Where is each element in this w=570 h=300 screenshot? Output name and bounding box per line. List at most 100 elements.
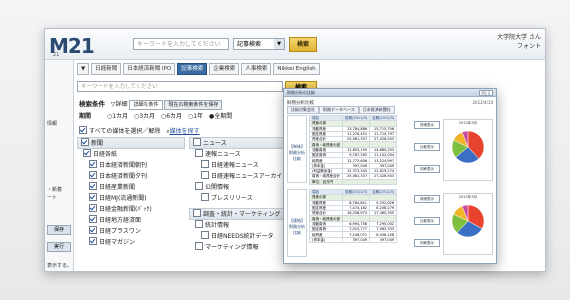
group-checkbox[interactable] — [195, 220, 203, 228]
media-item[interactable]: 日経産業新聞 — [77, 182, 185, 193]
conditions-select[interactable]: 詳細な条件 — [129, 99, 163, 110]
table-row: 負債・純資産合計 25,061,337 27,426,503 — [309, 173, 398, 180]
toolbar-item[interactable]: 企業検索 — [209, 62, 240, 75]
detail-view-button[interactable]: 詳細表示 — [414, 121, 440, 129]
search-type-select[interactable]: 記事検索 ▼ — [233, 38, 285, 50]
keyword-input[interactable]: キーワードを入力してください — [133, 38, 229, 50]
period-radio[interactable]: ○1カ月 — [107, 113, 128, 120]
left-panel: 情報 ・新着 ート 保存 実行 表示する。 — [45, 60, 74, 271]
analysis-section: 【連結】財務分析比較 項目 前期(2011/3) 当期(2012/3) 資産の部 流動資… — [287, 188, 493, 257]
media-checkbox[interactable] — [201, 160, 209, 168]
newspapers-header[interactable]: 新聞 — [77, 137, 185, 149]
media-item[interactable]: 日経金融新聞(ﾊﾞｯｸ) — [77, 204, 185, 215]
media-checkbox[interactable] — [89, 193, 97, 201]
group-checkbox[interactable] — [195, 149, 203, 157]
table-row: 純資産 12,773,606 13,224,997 — [309, 157, 398, 164]
save-conditions-button[interactable]: 現在の検索条件を保存 — [164, 99, 223, 110]
toolbar-item[interactable]: 日本経済新聞 IPO — [123, 62, 176, 75]
media-checkbox[interactable] — [89, 226, 97, 234]
period-row: 期間 ○1カ月 ○3カ月 ○6カ月 ○1年 ●全期間 — [79, 111, 232, 120]
popup-close-button[interactable]: 閉じる — [479, 90, 493, 96]
table-header-cell: 前期(2011/3) — [341, 188, 371, 196]
header-bar: M21 21 キーワードを入力してください 記事検索 ▼ 検索 大学院大学 さんフ… — [45, 29, 545, 60]
analysis-section: 【単体】財務分析比較 項目 前期(2011/3) 当期(2012/3) 資産の部 流動資… — [287, 114, 493, 185]
left-save-button[interactable]: 保存 — [47, 225, 71, 235]
media-item[interactable]: 日経マガジン — [77, 237, 185, 248]
financial-analysis-popup: 財務分析の比較 閉じる 財務分析比較 2012/4/10 比較対象会社 財務データ… — [283, 88, 497, 264]
print-view-button[interactable]: 印刷表示 — [414, 239, 440, 247]
table-cell: 負債・純資産の部 — [309, 141, 343, 148]
media-checkbox[interactable] — [89, 215, 97, 223]
media-item[interactable]: 日本経済新聞夕刊 — [77, 171, 185, 182]
media-checkbox[interactable] — [89, 182, 97, 190]
newspapers-checkbox[interactable] — [81, 138, 89, 146]
toolbar-item[interactable]: 人事検索 — [241, 62, 272, 75]
table-row: 資産合計 25,061,337 27,426,503 — [309, 136, 398, 143]
toolbar-item-active[interactable]: 記事検索 — [177, 62, 208, 75]
table-row: (資本金) 397,049 397,049 — [309, 236, 398, 243]
media-item[interactable]: 日経プラスワン — [77, 226, 185, 237]
period-radio-selected[interactable]: ●全期間 — [209, 113, 232, 120]
period-radio[interactable]: ○6カ月 — [161, 113, 182, 120]
period-radio[interactable]: ○3カ月 — [134, 113, 155, 120]
research-checkbox[interactable] — [193, 209, 201, 217]
select-all-label: すべての媒体を選択／解除 — [89, 128, 161, 135]
media-item[interactable]: 日本経済新聞朝刊 — [77, 160, 185, 171]
popup-tab[interactable]: 財務データベース — [319, 106, 359, 114]
conditions-label: 検索条件 — [79, 100, 105, 108]
table-cell: 12,373,345 — [341, 167, 371, 175]
table-cell: 11,276,451 — [341, 130, 371, 138]
popup-tab[interactable]: 比較対象会社 — [287, 106, 319, 114]
article-search-input[interactable]: キーワードを入力してください — [77, 81, 283, 92]
search-type-value: 記事検索 — [237, 41, 262, 48]
table-cell: 14,680,293 — [369, 146, 398, 154]
table-cell — [341, 178, 371, 185]
detail-toggle[interactable]: ▽詳細 — [111, 101, 128, 108]
table-cell: 13,784,886 — [341, 125, 371, 132]
popup-tab[interactable]: 日本経済新聞社 — [358, 106, 395, 114]
compare-view-button[interactable]: 比較表示 — [414, 217, 440, 225]
find-media-link[interactable]: 媒体を探す — [170, 128, 200, 135]
table-cell: 負債・純資産の部 — [309, 215, 343, 222]
table-cell: 27,426,503 — [369, 136, 398, 143]
media-checkbox[interactable] — [89, 237, 97, 245]
toolbar-item[interactable]: 日経新聞 — [91, 62, 122, 75]
media-checkbox[interactable] — [89, 204, 97, 212]
media-checkbox[interactable] — [89, 160, 97, 168]
table-cell: 11,710,797 — [369, 130, 398, 138]
media-group[interactable]: 日経各紙 — [77, 149, 185, 160]
media-checkbox[interactable] — [89, 171, 97, 179]
group-checkbox[interactable] — [195, 242, 203, 250]
toolbar-item[interactable]: ▼ — [77, 62, 90, 75]
select-all-checkbox[interactable] — [79, 126, 87, 134]
table-row: 流動負債 6,994,758 7,295,002 — [309, 220, 398, 228]
chevron-down-icon: ▼ — [274, 39, 284, 49]
table-row: 固定負債 9,787,263 11,102,004 — [309, 152, 398, 159]
compare-view-button[interactable]: 比較表示 — [414, 143, 440, 151]
left-label-3: ート — [47, 195, 58, 201]
pie-chart: 2012年3月 — [443, 119, 493, 181]
media-checkbox[interactable] — [201, 171, 209, 179]
group-checkbox[interactable] — [83, 149, 91, 157]
left-label-2: ・新着 — [47, 187, 63, 193]
header-search-button[interactable]: 検索 — [289, 37, 317, 52]
media-item[interactable]: 日経MJ(流通新聞) — [77, 193, 185, 204]
media-checkbox[interactable] — [201, 193, 209, 201]
left-label-1: 情報 — [47, 121, 58, 127]
detail-view-button[interactable]: 詳細表示 — [414, 195, 440, 203]
media-checkbox[interactable] — [201, 231, 209, 239]
period-radio[interactable]: ○1年 — [188, 113, 203, 120]
table-row: 固定資産 11,276,451 11,710,797 — [309, 130, 398, 138]
pie-svg — [451, 130, 485, 164]
left-run-button[interactable]: 実行 — [47, 242, 71, 252]
table-cell: 16,258,973 — [341, 210, 371, 217]
popup-titlebar: 財務分析の比較 閉じる — [284, 89, 496, 97]
font-link[interactable]: フォント — [497, 42, 541, 51]
group-checkbox[interactable] — [195, 182, 203, 190]
table-cell: 15,715,706 — [369, 125, 398, 132]
media-item[interactable]: 日経地方経済面 — [77, 215, 185, 226]
news-checkbox[interactable] — [193, 138, 201, 146]
table-row: (資本金) 397,049 397,049 — [309, 162, 398, 169]
print-view-button[interactable]: 印刷表示 — [414, 165, 440, 173]
toolbar-item[interactable]: Nikkei English — [273, 62, 320, 75]
